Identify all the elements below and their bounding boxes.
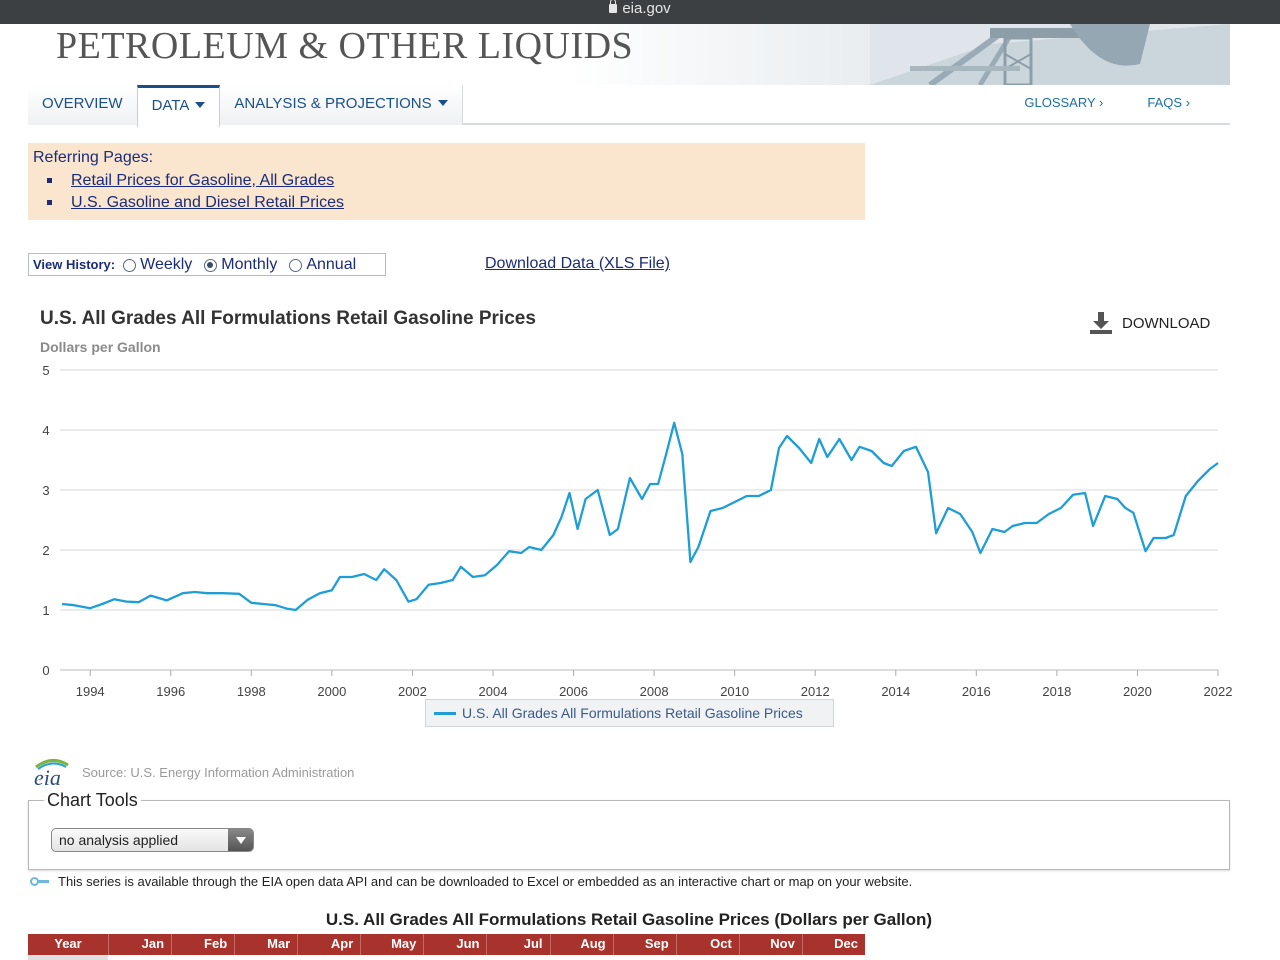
- list-item: U.S. Gasoline and Diesel Retail Prices: [33, 192, 860, 214]
- price-line-chart: 0 1 2 3 4 5 1994 1996 1998 2000 2002 2004 2006 2008 2…: [42, 363, 1233, 699]
- x-tick-label: 1994: [76, 684, 105, 699]
- legend-swatch: [434, 711, 456, 715]
- view-history-weekly-radio[interactable]: Weekly: [123, 256, 192, 274]
- x-axis: 1994 1996 1998 2000 2002 2004 2006 2008 2010 2012…: [76, 670, 1233, 699]
- download-xls-link[interactable]: Download Data (XLS File): [485, 255, 670, 273]
- x-tick-label: 2002: [398, 684, 427, 699]
- download-label: DOWNLOAD: [1122, 314, 1211, 332]
- y-tick-label: 0: [42, 663, 49, 678]
- page-banner: PETROLEUM & OTHER LIQUIDS: [28, 24, 1230, 85]
- referring-pages-list: Retail Prices for Gasoline, All Grades U…: [33, 170, 860, 214]
- url-text: eia.gov: [622, 0, 671, 17]
- chart-grid: [60, 369, 1218, 671]
- table-row: [28, 955, 108, 960]
- x-tick-label: 2020: [1123, 684, 1152, 699]
- table-header-aug: Aug: [549, 934, 613, 955]
- x-tick-label: 2022: [1204, 684, 1233, 699]
- referring-link-retail-prices-gasoline[interactable]: Retail Prices for Gasoline, All Grades: [71, 172, 334, 189]
- table-header-jun: Jun: [423, 934, 486, 955]
- browser-url-bar[interactable]: eia.gov: [0, 0, 1280, 24]
- x-tick-label: 2010: [720, 684, 749, 699]
- dropdown-caret-icon: [437, 100, 448, 106]
- x-tick-label: 1996: [156, 684, 185, 699]
- x-tick-label: 2006: [559, 684, 588, 699]
- x-tick-label: 2014: [881, 684, 910, 699]
- view-history-selector: View History: Weekly Monthly Annual: [28, 253, 386, 276]
- chart-tools-title: Chart Tools: [44, 790, 141, 811]
- view-history-monthly-radio[interactable]: Monthly: [204, 256, 277, 274]
- y-tick-label: 3: [42, 483, 49, 498]
- x-tick-label: 2018: [1042, 684, 1071, 699]
- chart-source: eia Source: U.S. Energy Information Admi…: [32, 757, 355, 790]
- x-tick-label: 2004: [479, 684, 508, 699]
- faqs-link[interactable]: FAQS ›: [1147, 85, 1190, 125]
- table-header-feb: Feb: [171, 934, 234, 955]
- legend-label: U.S. All Grades All Formulations Retail …: [462, 705, 803, 721]
- tab-analysis-projections[interactable]: ANALYSIS & PROJECTIONS: [220, 85, 461, 125]
- api-note: This series is available through the EIA…: [30, 874, 912, 889]
- series-line-gasoline-prices[interactable]: [61, 421, 1219, 612]
- table-header-may: May: [360, 934, 423, 955]
- radio-icon: [123, 259, 137, 272]
- analysis-select[interactable]: no analysis applied: [51, 828, 254, 852]
- x-tick-label: 2008: [640, 684, 669, 699]
- eia-logo[interactable]: eia: [32, 757, 72, 790]
- radio-icon: [289, 259, 303, 272]
- chart-units: Dollars per Gallon: [40, 339, 161, 355]
- table-header-apr: Apr: [297, 934, 360, 955]
- list-item: Retail Prices for Gasoline, All Grades: [33, 170, 860, 192]
- table-header-oct: Oct: [675, 934, 739, 955]
- x-tick-label: 2016: [962, 684, 991, 699]
- x-tick-label: 1998: [237, 684, 266, 699]
- referring-link-gasoline-diesel-prices[interactable]: U.S. Gasoline and Diesel Retail Prices: [71, 194, 344, 211]
- download-icon: [1090, 312, 1112, 334]
- lock-icon: [609, 0, 618, 13]
- y-tick-label: 1: [42, 603, 49, 618]
- nav-utility-links: GLOSSARY › FAQS ›: [1024, 85, 1190, 125]
- source-text: Source: U.S. Energy Information Administ…: [82, 764, 355, 780]
- table-header-jan: Jan: [108, 934, 171, 955]
- chart-download-button[interactable]: DOWNLOAD: [1090, 312, 1210, 334]
- data-table-header: Year Jan Feb Mar Apr May Jun Jul Aug Sep Oct Nov Dec: [28, 934, 865, 955]
- chevron-down-icon[interactable]: [228, 829, 253, 851]
- nav-tabs: OVERVIEW DATA ANALYSIS & PROJECTIONS: [28, 85, 463, 127]
- banner-title: PETROLEUM & OTHER LIQUIDS: [56, 25, 634, 67]
- referring-pages-box: Referring Pages: Retail Prices for Gasol…: [28, 143, 865, 220]
- main-nav: OVERVIEW DATA ANALYSIS & PROJECTIONS GLO…: [28, 85, 1230, 127]
- table-header-dec: Dec: [801, 934, 865, 955]
- referring-pages-title: Referring Pages:: [33, 149, 154, 166]
- dropdown-caret-icon: [195, 102, 206, 108]
- chart-title: U.S. All Grades All Formulations Retail …: [40, 308, 536, 329]
- table-header-year: Year: [54, 936, 82, 951]
- table-header-jul: Jul: [486, 934, 549, 955]
- tab-overview[interactable]: OVERVIEW: [28, 85, 137, 125]
- table-header-nov: Nov: [738, 934, 802, 955]
- oil-derrick-banner-image: [870, 24, 1230, 85]
- x-tick-label: 2000: [317, 684, 346, 699]
- tab-data[interactable]: DATA: [136, 85, 221, 127]
- y-tick-label: 4: [42, 423, 49, 438]
- view-history-annual-radio[interactable]: Annual: [289, 256, 356, 274]
- table-header-mar: Mar: [234, 934, 297, 955]
- table-header-sep: Sep: [612, 934, 676, 955]
- radio-selected-icon: [204, 259, 218, 272]
- glossary-link[interactable]: GLOSSARY ›: [1024, 85, 1103, 125]
- data-table-title: U.S. All Grades All Formulations Retail …: [325, 910, 933, 929]
- y-axis: 0 1 2 3 4 5: [42, 363, 49, 678]
- api-note-text: This series is available through the EIA…: [58, 874, 913, 889]
- x-tick-label: 2012: [801, 684, 830, 699]
- chart-legend[interactable]: U.S. All Grades All Formulations Retail …: [425, 699, 834, 727]
- key-icon: [30, 876, 50, 887]
- view-history-label: View History:: [33, 257, 116, 272]
- y-tick-label: 5: [42, 363, 49, 378]
- y-tick-label: 2: [42, 543, 49, 558]
- chart-tools-panel: Chart Tools no analysis applied: [28, 790, 1230, 870]
- analysis-select-value: no analysis applied: [59, 832, 179, 848]
